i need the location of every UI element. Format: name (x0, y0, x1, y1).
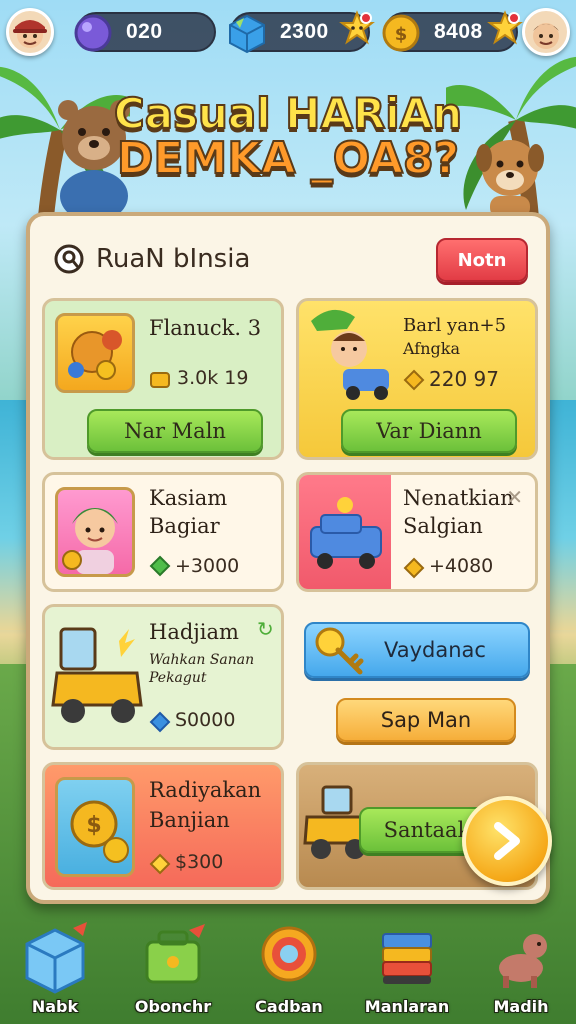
blue-gem-icon (149, 711, 171, 733)
golden-key-icon (315, 627, 364, 675)
card-3-name-1: Kasiam (149, 486, 228, 510)
card-2-buy-button[interactable]: Var Diann (341, 409, 517, 453)
purple-orb-icon (74, 14, 112, 52)
title-line-1: Casual HARiAn (113, 89, 463, 138)
coin-stack-icon (150, 372, 170, 388)
player-avatar[interactable] (6, 8, 54, 56)
card-3-price: +3000 (175, 555, 240, 577)
card-5-price: S0000 (175, 709, 236, 731)
shop-card-4[interactable]: Nenatkian Salgian ✕ +4080 (296, 472, 538, 592)
panel-title: RuaN bInsia (96, 244, 251, 274)
card-7-thumbnail: $ (55, 777, 135, 877)
nav-item-madih[interactable]: Madih (466, 916, 576, 1020)
cash-value: 2300 (280, 20, 329, 43)
svg-text:$: $ (86, 813, 101, 838)
shop-card-3[interactable]: Kasiam Bagiar +3000 (42, 472, 284, 592)
girl-character-icon (62, 508, 118, 574)
sun-coin-icon: $ (70, 800, 129, 863)
gems-counter[interactable]: 020 (74, 12, 216, 52)
nav-label-madih: Madih (493, 997, 549, 1016)
title-line-2: DEMKA _OA8? (116, 133, 460, 185)
diamond-icon (403, 369, 425, 391)
top-bar: 020 2300 $ 8408 (6, 8, 570, 56)
blue-truck-icon (310, 497, 382, 569)
nav-item-obonchr[interactable]: Obonchr (118, 916, 228, 1020)
treasure-bag-icon (68, 330, 122, 380)
nav-label-manlaran: Manlaran (364, 997, 450, 1016)
shop-card-7[interactable]: $ Radiyakan Banjian $300 (42, 762, 284, 890)
avatar-boy-icon (13, 20, 47, 48)
card-4-name-2: Salgian (403, 514, 483, 538)
stack-box-icon (382, 933, 432, 984)
card-7-price: $300 (175, 851, 224, 873)
panel-header: RuaN bInsia Notn (52, 238, 528, 284)
nav-item-nabk[interactable]: Nabk (0, 916, 110, 1020)
green-gem-icon (149, 555, 171, 577)
next-arrow-button[interactable] (462, 796, 552, 886)
card-3-name-2: Bagiar (149, 514, 220, 538)
card-2-price: 220 97 (429, 367, 499, 391)
shop-card-1[interactable]: Flanuck. 3 3.0k 19 Nar Maln (42, 298, 284, 460)
svg-text:$: $ (395, 24, 408, 45)
nav-item-manlaran[interactable]: Manlaran (352, 916, 462, 1020)
card-5-name: Hadjiam (149, 620, 239, 644)
vaydanac-button[interactable]: Vaydanac (304, 622, 530, 678)
card-1-price: 3.0k 19 (177, 367, 249, 389)
card-4-thumbnail (299, 475, 391, 589)
green-chest-icon (145, 924, 205, 984)
target-icon (261, 926, 317, 982)
notn-button[interactable]: Notn (436, 238, 528, 282)
coins-value: 8408 (434, 20, 483, 43)
card-3-thumbnail (55, 487, 135, 577)
card-2-name-1: Barl yan+5 (403, 315, 507, 336)
card-5-desc-2: Pekagut (149, 670, 207, 686)
card-5-desc-1: Wahkan Sanan (149, 652, 255, 668)
nav-label-obonchr: Obonchr (134, 997, 212, 1016)
coins-counter[interactable]: $ 8408 (382, 10, 523, 52)
ice-cube-icon (25, 922, 87, 994)
card-1-thumbnail (55, 313, 135, 393)
game-title: Casual HARiAn DEMKA _OA8? (0, 89, 576, 185)
search-icon[interactable] (52, 242, 86, 276)
bottom-nav: Nabk Obonchr Cadban Manlaran Madih (0, 914, 576, 1024)
yellow-gem-icon (149, 853, 171, 875)
gems-value: 020 (126, 20, 163, 43)
cash-notification-dot (360, 12, 372, 24)
pet-icon (499, 934, 547, 988)
card-1-name: Flanuck. 3 (149, 316, 262, 340)
cash-counter[interactable]: 2300 (229, 10, 375, 54)
gold-coin-icon: $ (382, 14, 420, 52)
vaydanac-label: Vaydanac (384, 638, 486, 662)
nav-label-cadban: Cadban (255, 997, 323, 1016)
card-4-name-1: Nenatkian (403, 486, 514, 510)
card-2-name-2: Afngka (403, 339, 460, 358)
gold-gem-icon (403, 557, 425, 579)
nav-label-nabk: Nabk (31, 997, 79, 1016)
card-1-buy-button[interactable]: Nar Maln (87, 409, 263, 453)
chevron-right-icon (494, 822, 520, 860)
shop-card-5[interactable]: Hadjiam ↻ Wahkan Sanan Pekagut S0000 (42, 604, 284, 750)
close-icon[interactable]: ✕ (506, 485, 523, 509)
nav-item-cadban[interactable]: Cadban (234, 916, 344, 1020)
shop-panel: RuaN bInsia Notn Flanuck. 3 3.0k 19 Nar … (26, 212, 552, 904)
card-4-price: +4080 (429, 555, 494, 577)
card-7-name-1: Radiyakan (149, 778, 262, 802)
avatar-man-icon (533, 23, 559, 49)
yellow-jeep-icon (51, 627, 143, 723)
kid-car-icon (311, 309, 389, 400)
sap-man-button[interactable]: Sap Man (336, 698, 516, 742)
shop-card-2[interactable]: Barl yan+5 Afngka 220 97 Var Diann (296, 298, 538, 460)
coins-notification-dot (508, 12, 520, 24)
card-7-name-2: Banjian (149, 808, 230, 832)
blue-cube-icon (229, 14, 265, 54)
refresh-icon[interactable]: ↻ (257, 617, 274, 641)
friend-avatar[interactable] (522, 8, 570, 56)
